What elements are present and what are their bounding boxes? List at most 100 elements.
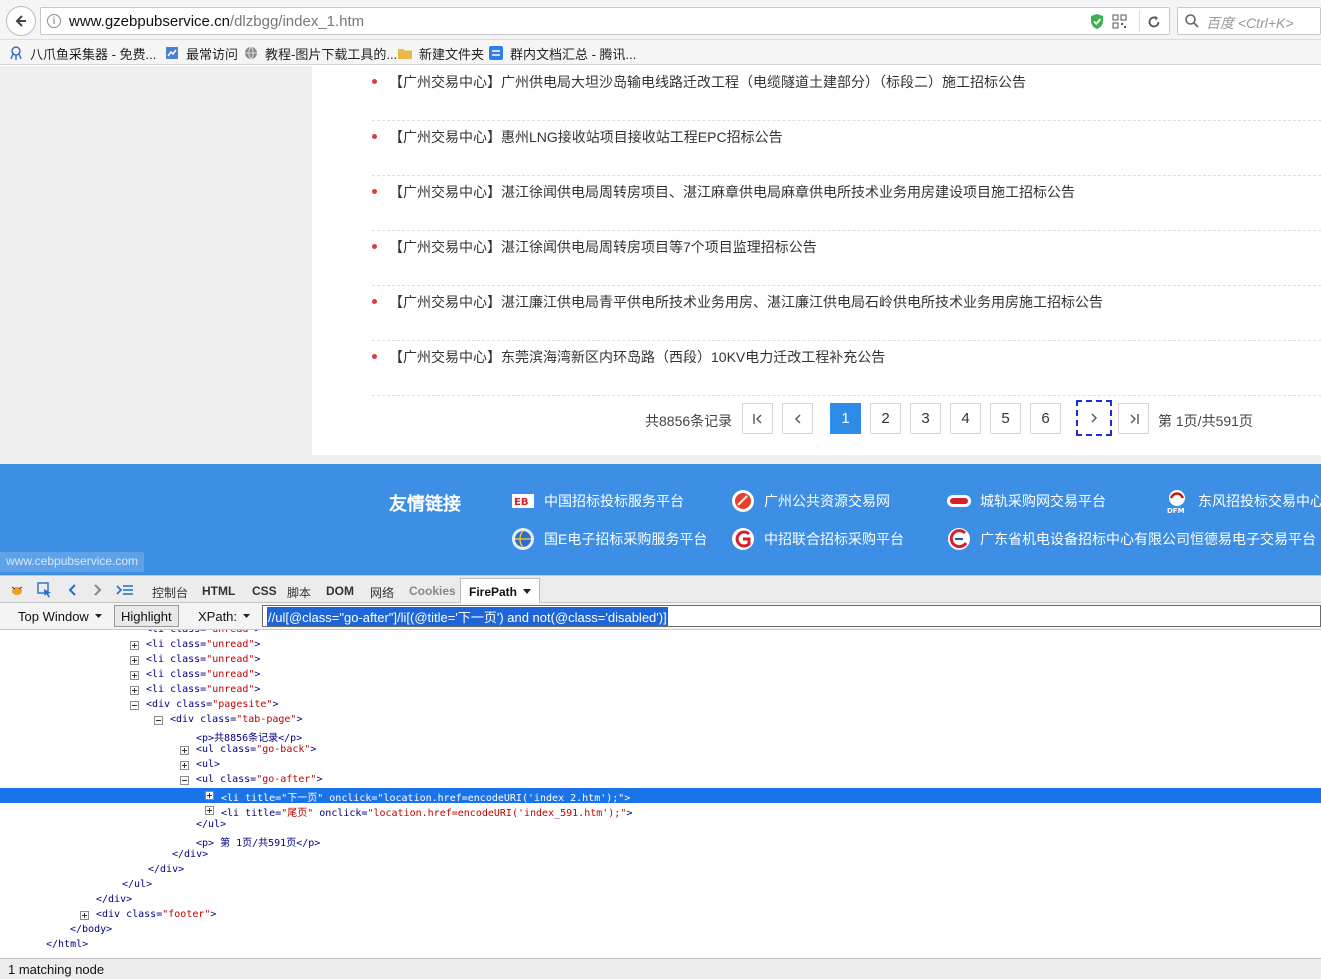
dom-node[interactable]: <li title="尾页" onclick="location.href=en… <box>0 803 1321 819</box>
info-icon[interactable]: i <box>47 14 61 28</box>
search-icon <box>1185 14 1199 28</box>
dom-node[interactable]: <p> 第 1页/共591页</p> <box>0 833 1321 849</box>
back-button[interactable] <box>6 6 36 36</box>
expand-icon[interactable] <box>180 761 189 770</box>
dom-node[interactable]: <li class="unread"> <box>0 668 1321 683</box>
first-page-button[interactable] <box>742 403 773 434</box>
tab-cookies[interactable]: Cookies <box>409 584 456 598</box>
dom-node[interactable]: <ul class="go-back"> <box>0 743 1321 758</box>
firebug-icon[interactable] <box>8 581 26 599</box>
qr-code-icon[interactable] <box>1112 14 1127 29</box>
prev-page-button[interactable] <box>782 403 813 434</box>
dom-node[interactable]: <li class="unread"> <box>0 653 1321 668</box>
friend-link-hengdeyi[interactable]: 广东省机电设备招标中心有限公司恒德易电子交易平台 <box>946 526 1316 552</box>
expand-icon[interactable] <box>205 806 214 815</box>
next-page-button[interactable] <box>1076 400 1112 436</box>
dom-node-markup: <li title="尾页" onclick="location.href=en… <box>221 808 633 819</box>
expand-icon[interactable] <box>130 671 139 680</box>
page-3-button[interactable]: 3 <box>910 403 941 434</box>
announcement-link[interactable]: 【广州交易中心】湛江廉江供电局青平供电所技术业务用房、湛江廉江供电局石岭供电所技… <box>389 292 1103 312</box>
friend-link-zhaolian[interactable]: 中招联合招标采购平台 <box>730 526 904 552</box>
page-5-button[interactable]: 5 <box>990 403 1021 434</box>
tab-script[interactable]: 脚本 <box>287 584 311 601</box>
chevron-left-icon[interactable] <box>63 581 81 599</box>
dom-node[interactable]: <li class="unread"> <box>0 683 1321 698</box>
xpath-input[interactable]: //ul[@class="go-after"]/li[(@title='下一页'… <box>262 605 1321 627</box>
dom-node[interactable]: <div class="tab-page"> <box>0 713 1321 728</box>
expand-icon[interactable] <box>205 791 214 800</box>
dom-node[interactable]: </html> <box>0 938 1321 953</box>
bookmark-bazhuayu[interactable]: 八爪鱼采集器 - 免费... <box>8 44 156 62</box>
total-records: 共8856条记录 <box>645 413 733 429</box>
dom-node[interactable]: <ul> <box>0 758 1321 773</box>
bookmark-group-docs[interactable]: 群内文档汇总 - 腾讯... <box>488 44 636 62</box>
bookmark-most-visited[interactable]: 最常访问 <box>164 44 238 62</box>
dom-node[interactable]: <li class="unread"> <box>0 630 1321 638</box>
inspect-icon[interactable] <box>36 581 54 599</box>
dom-node[interactable]: <li class="unread"> <box>0 638 1321 653</box>
address-bar[interactable]: i www.gzebpubservice.cn/dlzbgg/index_1.h… <box>40 7 1170 35</box>
bullet-icon <box>372 79 377 84</box>
bookmark-tutorial[interactable]: 教程-图片下载工具的... <box>243 44 397 62</box>
dom-node[interactable]: </body> <box>0 923 1321 938</box>
highlight-button[interactable]: Highlight <box>114 605 179 627</box>
friend-link-dongfeng[interactable]: DFM 东风招投标交易中心 <box>1164 488 1321 514</box>
dom-node-selected[interactable]: <li title="下一页" onclick="location.href=e… <box>0 788 1321 804</box>
dom-node[interactable]: </ul> <box>0 818 1321 833</box>
tab-console[interactable]: 控制台 <box>152 584 188 601</box>
tab-dom[interactable]: DOM <box>326 584 354 598</box>
dom-node-markup: </div> <box>96 894 133 905</box>
announcement-link[interactable]: 【广州交易中心】广州供电局大坦沙岛输电线路迁改工程（电缆隧道土建部分）（标段二）… <box>389 72 1026 92</box>
expand-icon[interactable] <box>130 641 139 650</box>
collapse-icon[interactable] <box>154 716 163 725</box>
expand-icon[interactable] <box>130 656 139 665</box>
reload-button[interactable] <box>1143 11 1165 33</box>
dom-node[interactable]: <div class="pagesite"> <box>0 698 1321 713</box>
last-page-icon <box>1130 413 1139 424</box>
first-page-icon <box>752 413 761 424</box>
window-select[interactable]: Top Window <box>12 605 108 627</box>
page-2-button[interactable]: 2 <box>870 403 901 434</box>
dom-node[interactable]: <ul class="go-after"> <box>0 773 1321 788</box>
expand-icon[interactable] <box>180 746 189 755</box>
url-divider <box>1139 10 1140 32</box>
page-4-button[interactable]: 4 <box>950 403 981 434</box>
last-page-button[interactable] <box>1118 403 1149 434</box>
tab-css[interactable]: CSS <box>252 584 277 598</box>
command-line-icon[interactable] <box>116 581 134 599</box>
announcement-link[interactable]: 【广州交易中心】东莞滨海湾新区内环岛路（西段）10KV电力迁改工程补充公告 <box>389 347 885 367</box>
search-bar[interactable]: 百度 <Ctrl+K> <box>1177 7 1321 35</box>
tab-network[interactable]: 网络 <box>370 584 394 601</box>
list-item: 【广州交易中心】湛江徐闻供电局周转房项目等7个项目监理招标公告 <box>372 231 1321 286</box>
dom-node[interactable]: </ul> <box>0 878 1321 893</box>
link-status-url: www.cebpubservice.com <box>0 552 145 572</box>
friend-link-metro[interactable]: 城轨采购网交易平台 <box>946 488 1106 514</box>
dom-node-markup: <p>共8856条记录</p> <box>196 733 303 744</box>
dom-node-markup: <li class="unread"> <box>146 684 261 695</box>
dom-node[interactable]: <div class="footer"> <box>0 908 1321 923</box>
bookmark-new-folder[interactable]: 新建文件夹 <box>397 44 484 62</box>
announcement-link[interactable]: 【广州交易中心】湛江徐闻供电局周转房项目、湛江麻章供电局麻章供电所技术业务用房建… <box>389 182 1075 202</box>
dom-node[interactable]: <p>共8856条记录</p> <box>0 728 1321 744</box>
friend-link-guoe[interactable]: 国E电子招标采购服务平台 <box>510 526 707 552</box>
url-text[interactable]: www.gzebpubservice.cn/dlzbgg/index_1.htm <box>69 13 364 30</box>
expand-icon[interactable] <box>130 686 139 695</box>
xpath-mode-select[interactable]: XPath: <box>192 605 256 627</box>
friend-link-cebpub[interactable]: EB 中国招标投标服务平台 <box>510 488 684 514</box>
page-6-button[interactable]: 6 <box>1030 403 1061 434</box>
tab-firepath[interactable]: FirePath <box>460 578 541 604</box>
friend-link-gzggzy[interactable]: 广州公共资源交易网 <box>730 488 890 514</box>
announcement-link[interactable]: 【广州交易中心】惠州LNG接收站项目接收站工程EPC招标公告 <box>389 127 783 147</box>
shield-icon[interactable] <box>1089 13 1105 30</box>
page-1-button[interactable]: 1 <box>830 403 861 434</box>
tab-html[interactable]: HTML <box>202 584 235 598</box>
announcement-link[interactable]: 【广州交易中心】湛江徐闻供电局周转房项目等7个项目监理招标公告 <box>389 237 817 257</box>
dom-node[interactable]: </div> <box>0 848 1321 863</box>
dom-node[interactable]: </div> <box>0 863 1321 878</box>
dom-node[interactable]: </div> <box>0 893 1321 908</box>
collapse-icon[interactable] <box>180 776 189 785</box>
chevron-right-icon[interactable] <box>89 581 107 599</box>
expand-icon[interactable] <box>80 911 89 920</box>
firepath-toolbar: Top Window Highlight XPath: //ul[@class=… <box>0 603 1321 630</box>
collapse-icon[interactable] <box>130 701 139 710</box>
